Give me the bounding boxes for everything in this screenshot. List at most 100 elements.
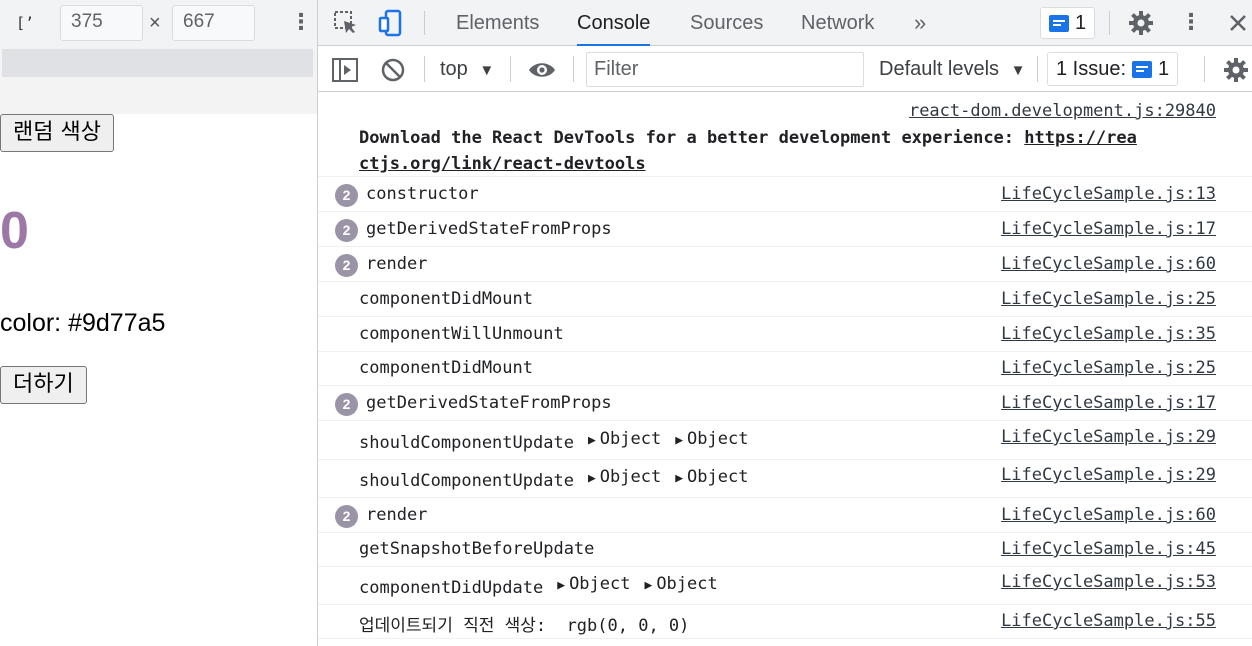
tab-sources[interactable]: Sources xyxy=(690,0,763,46)
clear-console-icon[interactable] xyxy=(378,55,408,85)
repeat-count-badge: 2 xyxy=(335,505,358,528)
log-levels-dropdown[interactable]: Default levels ▼ xyxy=(879,56,1025,84)
log-source-link[interactable]: LifeCycleSample.js:29 xyxy=(1001,427,1216,447)
issues-button[interactable]: 1 Issue: 1 xyxy=(1047,52,1179,86)
kebab-menu-icon[interactable]: ⋮ xyxy=(1180,8,1202,38)
kebab-menu-icon[interactable]: ⋮ xyxy=(290,8,312,38)
viewport-width-input[interactable]: 375 xyxy=(60,5,143,41)
log-source-link[interactable]: LifeCycleSample.js:17 xyxy=(1001,219,1216,239)
eye-icon[interactable] xyxy=(527,55,557,85)
expand-triangle-icon[interactable]: ▶ xyxy=(588,471,596,486)
filter-input[interactable]: Filter xyxy=(586,52,864,87)
repeat-count-badge: 2 xyxy=(335,184,358,207)
page-viewport: [’ 375 × 667 ⋮ 랜덤 색상 0 color: #9d77a5 더하… xyxy=(0,0,317,646)
console-log-row: componentWillUnmount LifeCycleSample.js:3… xyxy=(318,317,1252,352)
tab-elements[interactable]: Elements xyxy=(456,0,539,46)
message-icon xyxy=(1132,60,1153,78)
log-source-link[interactable]: LifeCycleSample.js:60 xyxy=(1001,505,1216,525)
dimension-separator: × xyxy=(149,12,161,34)
context-selector[interactable]: top ▼ xyxy=(440,56,494,84)
console-log-row: getSnapshotBeforeUpdate LifeCycleSample.j… xyxy=(318,533,1252,567)
separator xyxy=(1204,56,1205,82)
log-text: componentDidMount xyxy=(359,358,533,378)
object-preview[interactable]: Object xyxy=(687,429,748,449)
log-source-link[interactable]: LifeCycleSample.js:25 xyxy=(1001,289,1216,309)
more-tabs-button[interactable]: » xyxy=(914,0,926,46)
log-text: componentWillUnmount xyxy=(359,324,564,344)
console-log-row: shouldComponentUpdate ▶ Object ▶ Object LifeC… xyxy=(318,460,1252,498)
expand-triangle-icon[interactable]: ▶ xyxy=(675,471,683,486)
console-log-row: componentDidUpdate ▶ Object ▶ Object LifeCycl… xyxy=(318,567,1252,605)
device-toolbar: [’ 375 × 667 ⋮ xyxy=(0,0,317,46)
tab-network[interactable]: Network xyxy=(801,0,874,46)
console-log: react-dom.development.js:29840 Download … xyxy=(318,93,1252,646)
console-log-row: 2 getDerivedStateFromProps LifeCycleSample… xyxy=(318,386,1252,421)
repeat-count-badge: 2 xyxy=(335,393,358,416)
log-text: shouldComponentUpdate xyxy=(359,471,574,491)
devtools-panel: Elements Console Sources Network » 1 ⋮ t… xyxy=(318,0,1252,646)
log-source-link[interactable]: LifeCycleSample.js:55 xyxy=(1001,611,1216,631)
log-message: componentDidMount xyxy=(359,289,533,309)
object-preview[interactable]: Object xyxy=(600,429,661,449)
random-color-button[interactable]: 랜덤 색상 xyxy=(0,114,114,152)
log-text: render xyxy=(366,505,428,525)
close-icon[interactable] xyxy=(1223,8,1252,38)
log-message: shouldComponentUpdate ▶ Object ▶ Object xyxy=(359,429,748,453)
object-preview[interactable]: Object xyxy=(569,574,630,594)
inspect-element-icon[interactable] xyxy=(331,8,361,38)
log-source-link[interactable]: LifeCycleSample.js:17 xyxy=(1001,393,1216,413)
log-levels-label: Default levels xyxy=(879,58,1000,80)
issues-badge-button[interactable]: 1 xyxy=(1040,7,1096,39)
log-message: componentDidMount xyxy=(359,358,533,378)
object-preview[interactable]: Object xyxy=(687,467,748,487)
log-source-link[interactable]: LifeCycleSample.js:29 xyxy=(1001,465,1216,485)
separator xyxy=(1037,56,1038,82)
context-value: top xyxy=(440,58,468,80)
log-message: componentDidUpdate ▶ Object ▶ Object xyxy=(359,574,718,598)
info-link-part-2[interactable]: ctjs.org/link/react-devtools xyxy=(359,154,646,174)
log-text: shouldComponentUpdate xyxy=(359,433,574,453)
sidebar-toggle-icon[interactable] xyxy=(330,55,360,85)
separator xyxy=(1109,11,1110,35)
log-source-link[interactable]: LifeCycleSample.js:25 xyxy=(1001,358,1216,378)
log-source-link[interactable]: LifeCycleSample.js:45 xyxy=(1001,539,1216,559)
log-text: componentDidUpdate xyxy=(359,578,544,598)
media-query-ruler[interactable] xyxy=(2,49,313,77)
log-text: render xyxy=(366,254,428,274)
settings-gear-icon[interactable] xyxy=(1221,55,1251,85)
log-source-link[interactable]: LifeCycleSample.js:60 xyxy=(1001,254,1216,274)
separator xyxy=(510,56,511,82)
separator xyxy=(424,56,425,82)
console-log-row: 업데이트되기 직전 색상: rgb(0, 0, 0) LifeCycleSampl… xyxy=(318,605,1252,639)
devtools-info-text: Download the React DevTools for a better… xyxy=(359,125,1219,177)
add-button[interactable]: 더하기 xyxy=(0,366,87,404)
issues-badge-count: 1 xyxy=(1075,11,1087,34)
log-source-link[interactable]: LifeCycleSample.js:35 xyxy=(1001,324,1216,344)
info-link-part-1[interactable]: https://rea xyxy=(1024,128,1137,148)
info-text: Download the React DevTools for a better… xyxy=(359,128,1025,148)
log-message: getDerivedStateFromProps xyxy=(366,219,612,239)
log-source-link[interactable]: LifeCycleSample.js:53 xyxy=(1001,572,1216,592)
log-text: 업데이트되기 직전 색상: rgb(0, 0, 0) xyxy=(359,616,690,636)
log-message: componentWillUnmount xyxy=(359,324,564,344)
expand-triangle-icon[interactable]: ▶ xyxy=(644,578,652,593)
message-source-link[interactable]: react-dom.development.js:29840 xyxy=(909,101,1216,121)
console-log-row: 2 constructor LifeCycleSample.js:13 xyxy=(318,177,1252,212)
console-toolbar: top ▼ Filter Default levels ▼ 1 Issue: 1 xyxy=(318,47,1252,92)
device-mode-icon[interactable] xyxy=(376,8,406,38)
viewport-height-input[interactable]: 667 xyxy=(172,5,255,41)
expand-triangle-icon[interactable]: ▶ xyxy=(557,578,565,593)
settings-gear-icon[interactable] xyxy=(1126,8,1156,38)
color-label: color: #9d77a5 xyxy=(0,309,166,337)
log-message: render xyxy=(366,254,427,274)
expand-triangle-icon[interactable]: ▶ xyxy=(588,433,596,448)
device-toggle-icon[interactable]: [’ xyxy=(16,13,40,33)
separator xyxy=(424,11,425,35)
expand-triangle-icon[interactable]: ▶ xyxy=(675,433,683,448)
log-source-link[interactable]: LifeCycleSample.js:13 xyxy=(1001,184,1216,204)
tab-console[interactable]: Console xyxy=(577,0,651,46)
dropdown-arrow-icon: ▼ xyxy=(479,62,495,79)
object-preview[interactable]: Object xyxy=(656,574,717,594)
log-message: constructor xyxy=(366,184,479,204)
object-preview[interactable]: Object xyxy=(600,467,661,487)
